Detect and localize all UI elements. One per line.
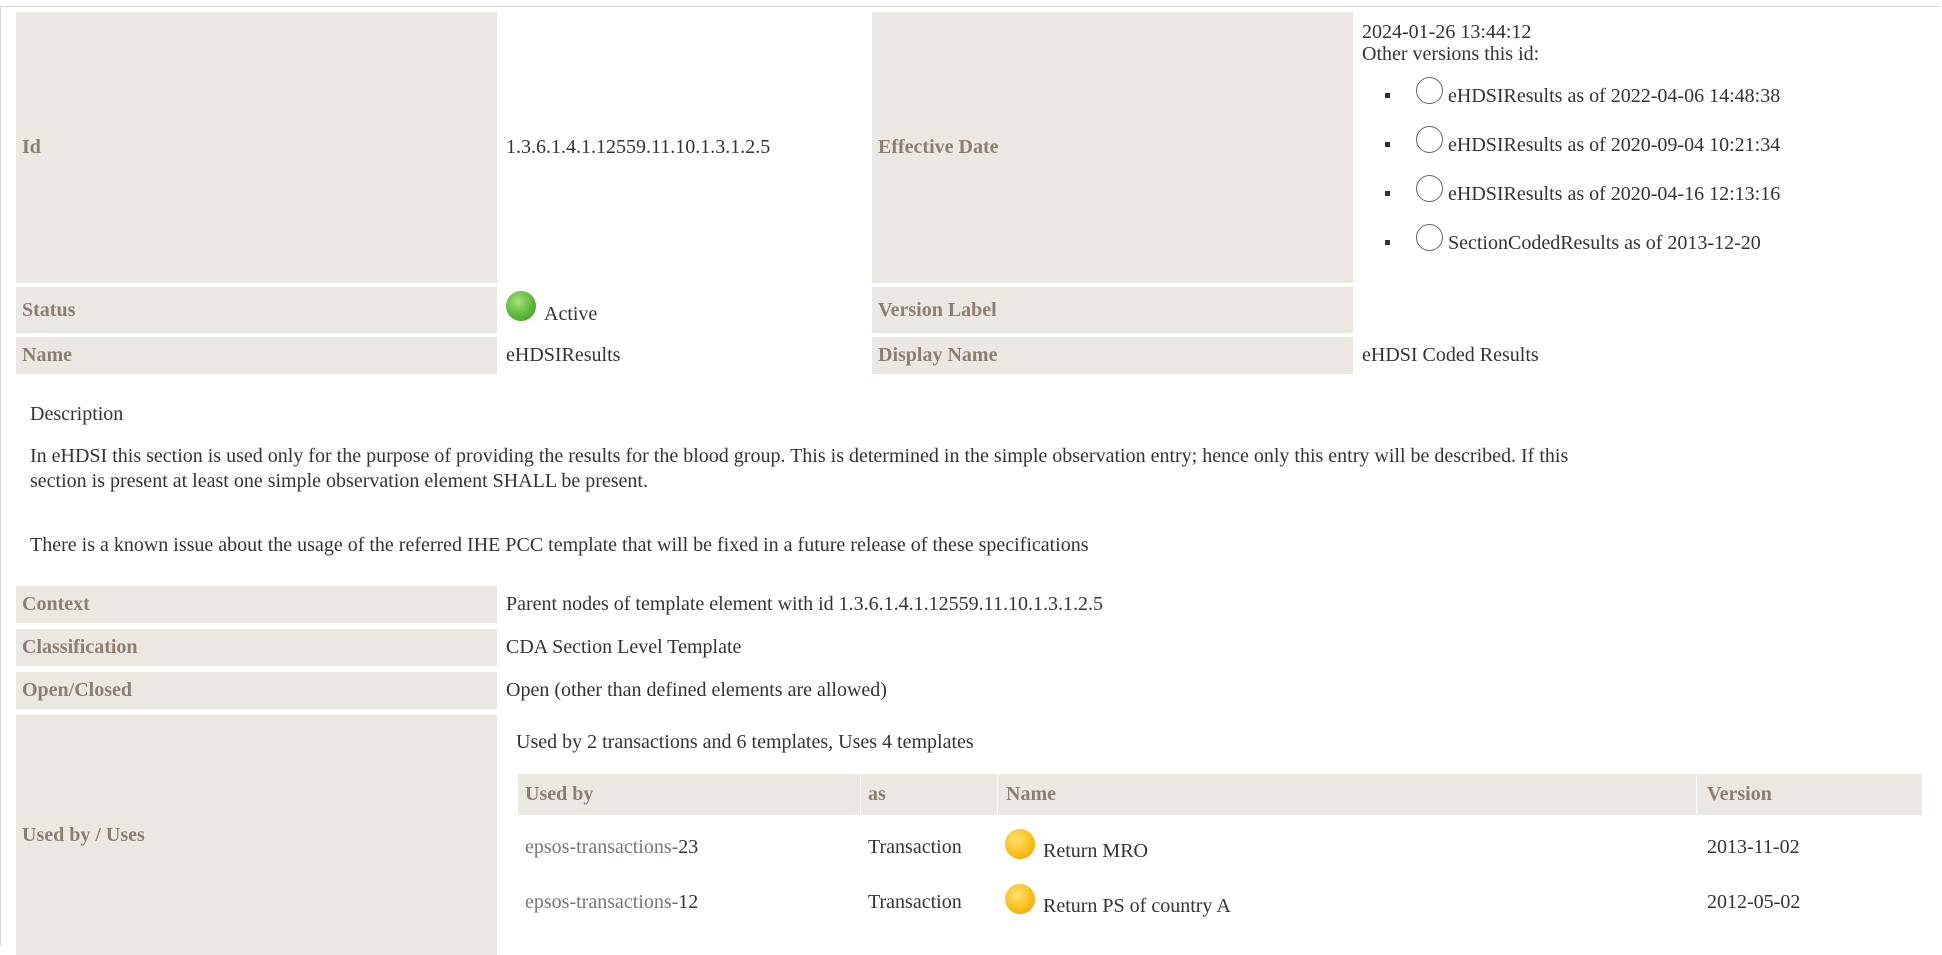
description-heading: Description: [30, 403, 124, 425]
other-versions-list: eHDSIResults as of 2022-04-06 14:48:38 e…: [1362, 71, 1922, 267]
other-version-item[interactable]: eHDSIResults as of 2020-04-16 12:13:16: [1362, 169, 1922, 218]
other-versions-label: Other versions this id:: [1362, 43, 1540, 65]
status-label: Status: [16, 287, 497, 333]
name-cell: Return PS of country A: [1005, 884, 1231, 918]
effective-date-value: 2024-01-26 13:44:12: [1362, 21, 1532, 43]
other-version-label: eHDSIResults as of 2020-09-04 10:21:34: [1448, 133, 1781, 156]
other-version-label: eHDSIResults as of 2022-04-06 14:48:38: [1448, 84, 1781, 107]
bullet-icon: [1385, 93, 1390, 98]
version-label-label: Version Label: [872, 287, 1353, 333]
usage-header-used-by: Used by: [518, 774, 860, 815]
classification-label: Classification: [16, 629, 497, 666]
status-draft-icon: [1005, 829, 1035, 859]
id-value: 1.3.6.1.4.1.12559.11.10.1.3.1.2.5: [506, 136, 771, 158]
table-row: epsos-transactions-23 Transaction Return…: [518, 822, 1922, 872]
usage-header-version: Version: [1697, 774, 1922, 815]
other-version-label: eHDSIResults as of 2020-04-16 12:13:16: [1448, 182, 1781, 205]
used-by-summary: Used by 2 transactions and 6 templates, …: [516, 731, 974, 753]
effective-date-label: Effective Date: [872, 12, 1353, 283]
table-row: epsos-transactions-12 Transaction Return…: [518, 877, 1922, 927]
name-label: Name: [16, 337, 497, 374]
name-cell: Return MRO: [1005, 829, 1148, 863]
bullet-icon: [1385, 191, 1390, 196]
status-value: Active: [498, 287, 871, 333]
radio-button-icon[interactable]: [1416, 175, 1443, 202]
radio-button-icon[interactable]: [1416, 77, 1443, 104]
version-cell: 2012-05-02: [1707, 890, 1801, 913]
status-active-icon: [506, 291, 536, 321]
id-label: Id: [16, 12, 497, 283]
transaction-link[interactable]: epsos-transactions-12: [525, 891, 698, 913]
usage-header-name: Name: [998, 774, 1696, 815]
template-detail-panel: Id 1.3.6.1.4.1.12559.11.10.1.3.1.2.5 Eff…: [0, 6, 1940, 955]
display-name-label: Display Name: [872, 337, 1353, 374]
bullet-icon: [1385, 240, 1390, 245]
description-paragraph: In eHDSI this section is used only for t…: [30, 445, 1569, 492]
status-draft-icon: [1005, 884, 1035, 914]
classification-value: CDA Section Level Template: [506, 636, 742, 658]
context-value: Parent nodes of template element with id…: [506, 593, 1103, 615]
as-cell: Transaction: [868, 890, 962, 913]
context-label: Context: [16, 586, 497, 623]
name-value: eHDSIResults: [506, 344, 621, 366]
other-version-item[interactable]: eHDSIResults as of 2022-04-06 14:48:38: [1362, 71, 1922, 120]
description-note: There is a known issue about the usage o…: [30, 534, 1089, 556]
bullet-icon: [1385, 142, 1390, 147]
radio-button-icon[interactable]: [1416, 126, 1443, 153]
radio-button-icon[interactable]: [1416, 224, 1443, 251]
used-by-cell: epsos-transactions-23: [525, 836, 698, 859]
transaction-link[interactable]: epsos-transactions-23: [525, 836, 698, 858]
version-cell: 2013-11-02: [1707, 835, 1800, 858]
other-version-label: SectionCodedResults as of 2013-12-20: [1448, 231, 1761, 254]
other-version-item[interactable]: eHDSIResults as of 2020-09-04 10:21:34: [1362, 120, 1922, 169]
other-version-item[interactable]: SectionCodedResults as of 2013-12-20: [1362, 218, 1922, 267]
as-cell: Transaction: [868, 835, 962, 858]
effective-date-panel: 2024-01-26 13:44:12 Other versions this …: [1362, 21, 1922, 267]
open-closed-value: Open (other than defined elements are al…: [506, 679, 887, 701]
open-closed-label: Open/Closed: [16, 672, 497, 709]
used-by-cell: epsos-transactions-12: [525, 891, 698, 914]
used-by-label: Used by / Uses: [16, 715, 497, 955]
usage-header-as: as: [861, 774, 997, 815]
version-label-value: [1354, 287, 1914, 333]
display-name-value: eHDSI Coded Results: [1362, 344, 1539, 366]
